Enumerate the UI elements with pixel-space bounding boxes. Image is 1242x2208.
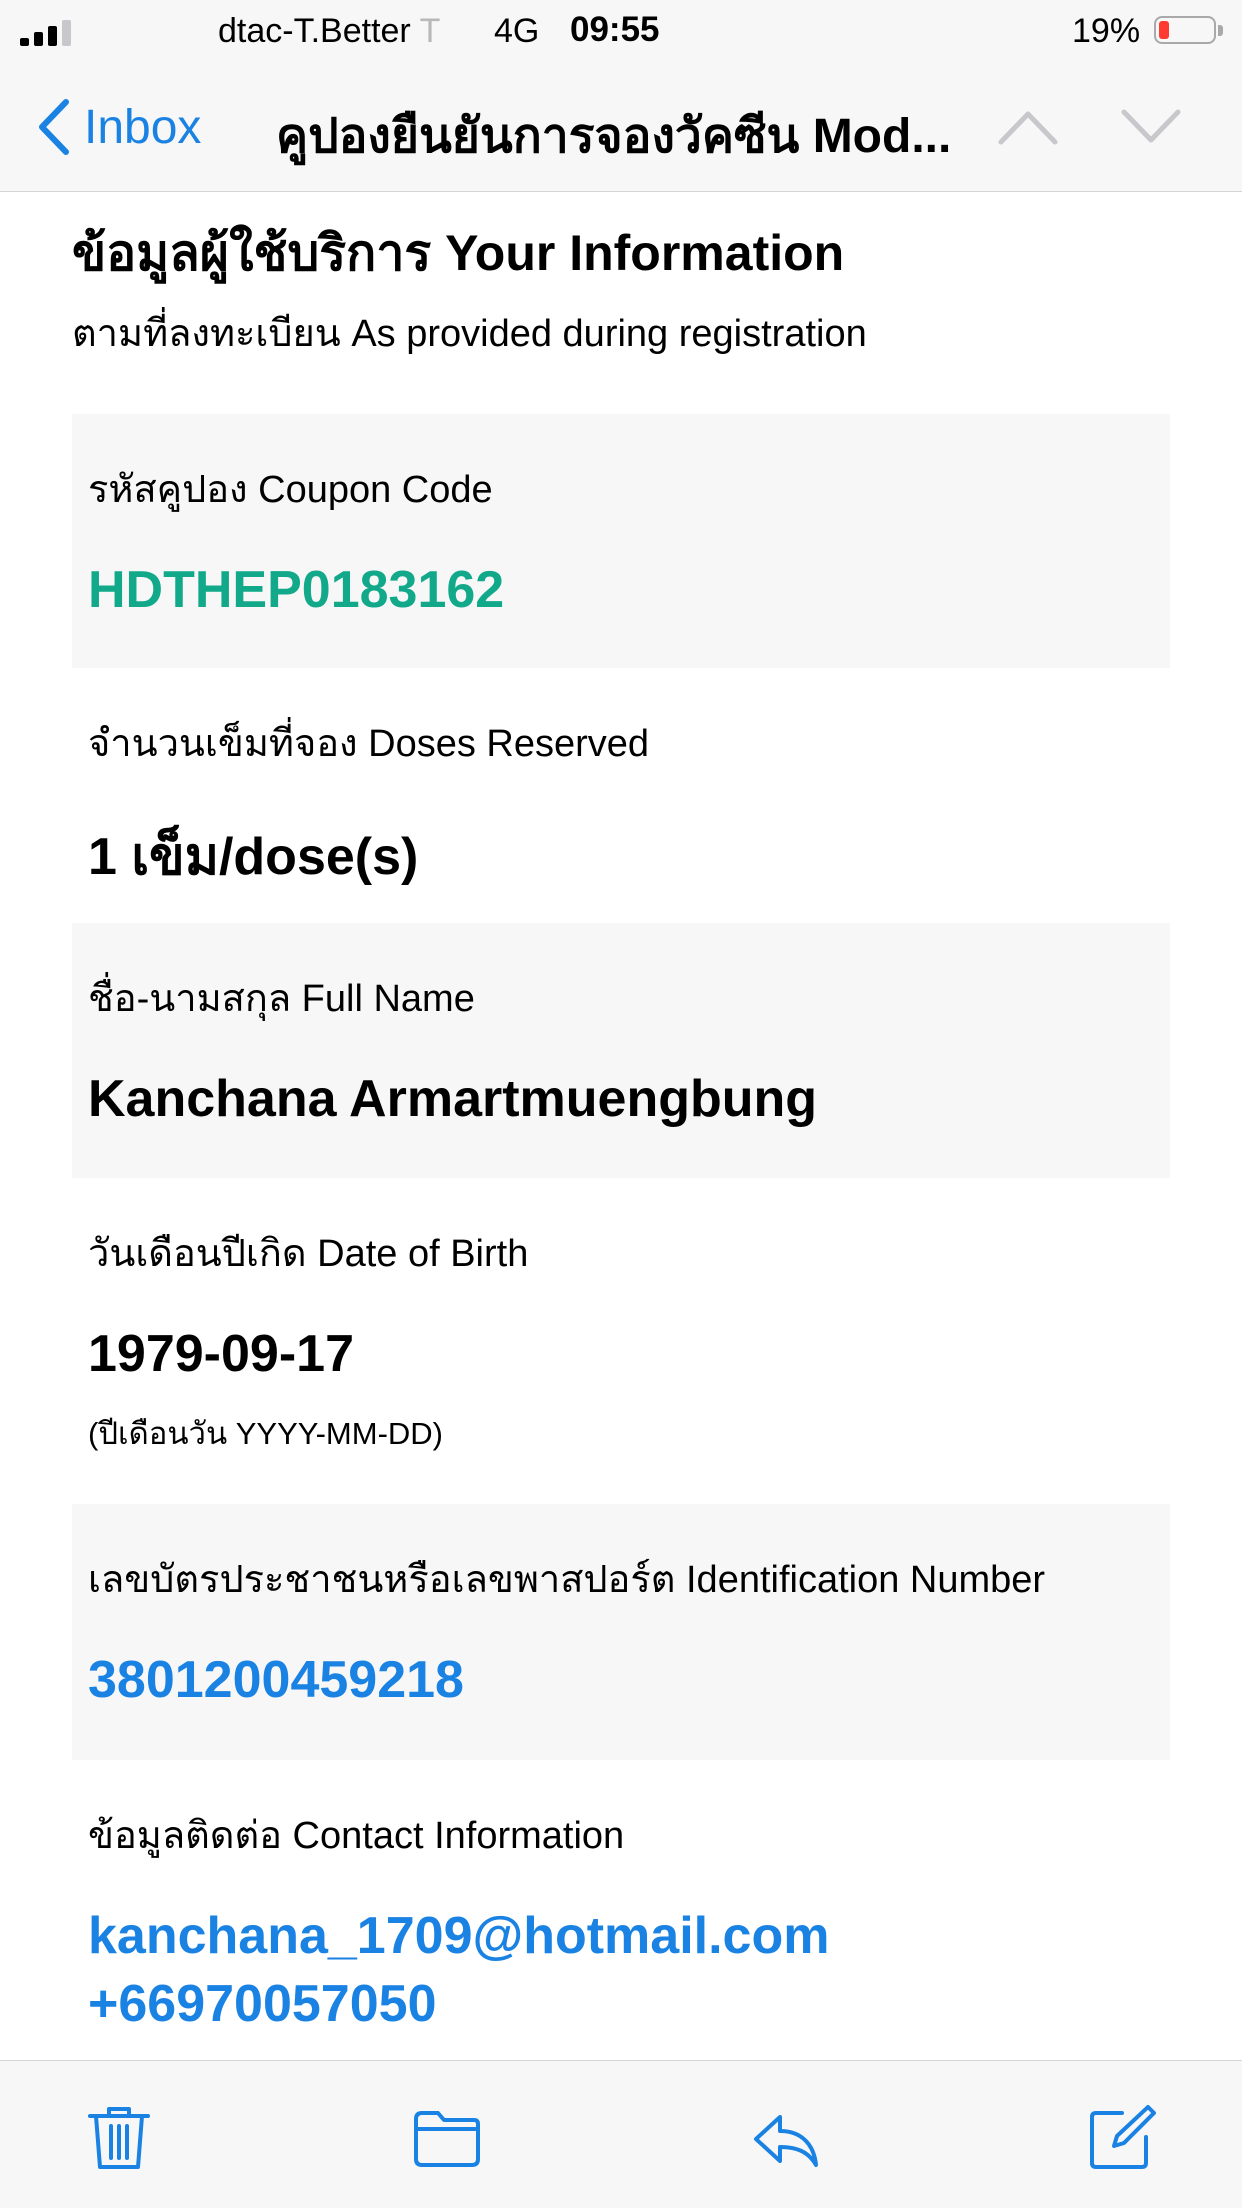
section-subtitle: ตามที่ลงทะเบียน As provided during regis… <box>72 313 867 355</box>
coupon-code-value: HDTHEP0183162 <box>88 561 505 619</box>
identification-number-link[interactable]: 3801200459218 <box>88 1650 464 1710</box>
date-of-birth-value: 1979-09-17 <box>88 1325 354 1383</box>
next-message-chevron-down-icon[interactable] <box>1118 98 1184 154</box>
battery-cap <box>1218 25 1223 36</box>
trash-icon[interactable] <box>84 2103 154 2173</box>
network-type: 4G <box>494 12 540 50</box>
doses-reserved-field: จำนวนเข็มที่จอง Doses Reserved 1 เข็ม/do… <box>72 668 1170 923</box>
date-of-birth-field: วันเดือนปีเกิด Date of Birth 1979-09-17 … <box>72 1178 1170 1504</box>
carrier-name: dtac-T.Better T <box>218 12 441 50</box>
coupon-code-field: รหัสคูปอง Coupon Code HDTHEP0183162 <box>72 414 1170 668</box>
contact-email-link[interactable]: kanchana_1709@hotmail.com <box>88 1906 829 1966</box>
section-title: ข้อมูลผู้ใช้บริการ Your Information <box>72 225 845 281</box>
contact-information-label: ข้อมูลติดต่อ Contact Information <box>88 1815 625 1857</box>
previous-message-chevron-up-icon[interactable] <box>995 98 1061 154</box>
contact-information-field: ข้อมูลติดต่อ Contact Information kanchan… <box>72 1760 1170 2050</box>
email-subject-title: คูปองยืนยันการจองวัคซีน Mod... <box>276 110 952 163</box>
reply-icon[interactable] <box>750 2103 820 2173</box>
status-time: 09:55 <box>570 10 660 49</box>
mail-toolbar <box>0 2060 1242 2208</box>
identification-number-label: เลขบัตรประชาชนหรือเลขพาสปอร์ต Identifica… <box>88 1559 1046 1601</box>
status-bar: dtac-T.Better T 4G 09:55 19% <box>0 0 1242 62</box>
doses-reserved-label: จำนวนเข็มที่จอง Doses Reserved <box>88 723 650 765</box>
battery-icon <box>1154 16 1216 44</box>
compose-icon[interactable] <box>1086 2103 1156 2173</box>
back-to-inbox-button[interactable]: Inbox <box>34 94 201 160</box>
mail-nav-bar: Inbox คูปองยืนยันการจองวัคซีน Mod... <box>0 62 1242 192</box>
full-name-field: ชื่อ-นามสกุล Full Name Kanchana Armartmu… <box>72 923 1170 1178</box>
full-name-value: Kanchana Armartmuengbung <box>88 1070 818 1128</box>
folder-icon[interactable] <box>412 2103 482 2173</box>
back-label: Inbox <box>84 100 202 154</box>
date-format-hint: (ปีเดือนวัน YYYY-MM-DD) <box>88 1416 444 1451</box>
battery-percentage: 19% <box>1072 12 1141 50</box>
identification-number-field: เลขบัตรประชาชนหรือเลขพาสปอร์ต Identifica… <box>72 1504 1170 1760</box>
signal-strength-icon <box>20 18 100 46</box>
battery-level-fill <box>1159 21 1169 39</box>
chevron-left-icon <box>39 99 69 155</box>
coupon-code-label: รหัสคูปอง Coupon Code <box>88 469 493 511</box>
doses-reserved-value: 1 เข็ม/dose(s) <box>88 828 419 886</box>
full-name-label: ชื่อ-นามสกุล Full Name <box>88 978 475 1020</box>
date-of-birth-label: วันเดือนปีเกิด Date of Birth <box>88 1233 529 1275</box>
contact-phone-link[interactable]: +66970057050 <box>88 1974 437 2034</box>
